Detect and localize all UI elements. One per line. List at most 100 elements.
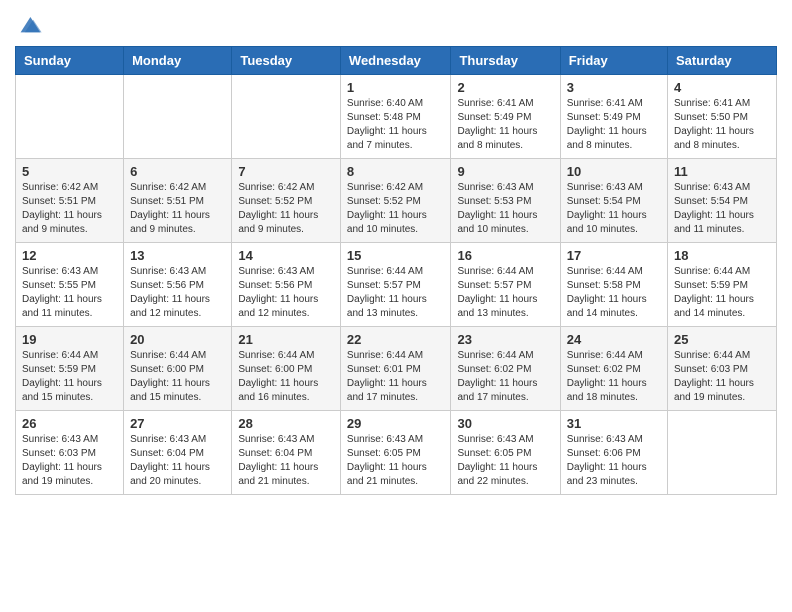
day-number: 9 [457, 164, 553, 179]
day-number: 27 [130, 416, 225, 431]
calendar-cell: 10 Sunrise: 6:43 AM Sunset: 5:54 PM Dayli… [560, 159, 667, 243]
calendar-cell: 14Sunrise: 6:43 AM Sunset: 5:56 PM Dayli… [232, 243, 341, 327]
calendar-cell: 24 Sunrise: 6:44 AM Sunset: 6:02 PM Dayli… [560, 327, 667, 411]
day-number: 10 [567, 164, 661, 179]
day-number: 31 [567, 416, 661, 431]
calendar-cell: 1 Sunrise: 6:40 AM Sunset: 5:48 PM Daylig… [340, 75, 451, 159]
day-number: 24 [567, 332, 661, 347]
cell-content: Sunrise: 6:43 AM Sunset: 6:06 PM Dayligh… [567, 433, 661, 489]
day-number: 12 [22, 248, 117, 263]
page-header [15, 10, 777, 38]
cell-content: Sunrise: 6:40 AM Sunset: 5:48 PM Dayligh… [347, 97, 445, 153]
calendar: SundayMondayTuesdayWednesdayThursdayFrid… [15, 46, 777, 495]
calendar-cell: 5 Sunrise: 6:42 AM Sunset: 5:51 PM Daylig… [16, 159, 124, 243]
calendar-cell: 18 Sunrise: 6:44 AM Sunset: 5:59 PM Dayli… [668, 243, 777, 327]
calendar-cell: 29 Sunrise: 6:43 AM Sunset: 6:05 PM Dayli… [340, 411, 451, 495]
cell-content: Sunrise: 6:43 AM Sunset: 5:54 PM Dayligh… [674, 181, 770, 237]
calendar-cell: 26Sunrise: 6:43 AM Sunset: 6:03 PM Dayli… [16, 411, 124, 495]
column-header-wednesday: Wednesday [340, 47, 451, 75]
day-number: 5 [22, 164, 117, 179]
cell-content: Sunrise: 6:41 AM Sunset: 5:50 PM Dayligh… [674, 97, 770, 153]
calendar-header-row: SundayMondayTuesdayWednesdayThursdayFrid… [16, 47, 777, 75]
cell-content: Sunrise: 6:44 AM Sunset: 6:02 PM Dayligh… [457, 349, 553, 405]
cell-content: Sunrise: 6:44 AM Sunset: 6:02 PM Dayligh… [567, 349, 661, 405]
day-number: 25 [674, 332, 770, 347]
calendar-cell [16, 75, 124, 159]
day-number: 22 [347, 332, 445, 347]
calendar-cell: 16 Sunrise: 6:44 AM Sunset: 5:57 PM Dayli… [451, 243, 560, 327]
calendar-cell: 13 Sunrise: 6:43 AM Sunset: 5:56 PM Dayli… [124, 243, 232, 327]
calendar-cell: 2 Sunrise: 6:41 AM Sunset: 5:49 PM Daylig… [451, 75, 560, 159]
calendar-cell: 25 Sunrise: 6:44 AM Sunset: 6:03 PM Dayli… [668, 327, 777, 411]
calendar-cell: 15 Sunrise: 6:44 AM Sunset: 5:57 PM Dayli… [340, 243, 451, 327]
calendar-week-row: 5 Sunrise: 6:42 AM Sunset: 5:51 PM Daylig… [16, 159, 777, 243]
calendar-cell: 17Sunrise: 6:44 AM Sunset: 5:58 PM Dayli… [560, 243, 667, 327]
calendar-week-row: 12 Sunrise: 6:43 AM Sunset: 5:55 PM Dayli… [16, 243, 777, 327]
calendar-cell: 23Sunrise: 6:44 AM Sunset: 6:02 PM Dayli… [451, 327, 560, 411]
cell-content: Sunrise: 6:44 AM Sunset: 6:00 PM Dayligh… [238, 349, 334, 405]
day-number: 4 [674, 80, 770, 95]
calendar-cell: 7 Sunrise: 6:42 AM Sunset: 5:52 PM Daylig… [232, 159, 341, 243]
calendar-week-row: 1 Sunrise: 6:40 AM Sunset: 5:48 PM Daylig… [16, 75, 777, 159]
day-number: 2 [457, 80, 553, 95]
day-number: 15 [347, 248, 445, 263]
calendar-cell: 21 Sunrise: 6:44 AM Sunset: 6:00 PM Dayli… [232, 327, 341, 411]
calendar-cell: 31 Sunrise: 6:43 AM Sunset: 6:06 PM Dayli… [560, 411, 667, 495]
column-header-sunday: Sunday [16, 47, 124, 75]
cell-content: Sunrise: 6:44 AM Sunset: 6:03 PM Dayligh… [674, 349, 770, 405]
calendar-cell [232, 75, 341, 159]
column-header-monday: Monday [124, 47, 232, 75]
cell-content: Sunrise: 6:43 AM Sunset: 6:04 PM Dayligh… [130, 433, 225, 489]
cell-content: Sunrise: 6:43 AM Sunset: 5:53 PM Dayligh… [457, 181, 553, 237]
day-number: 18 [674, 248, 770, 263]
day-number: 29 [347, 416, 445, 431]
column-header-saturday: Saturday [668, 47, 777, 75]
day-number: 13 [130, 248, 225, 263]
cell-content: Sunrise: 6:42 AM Sunset: 5:52 PM Dayligh… [347, 181, 445, 237]
day-number: 28 [238, 416, 334, 431]
day-number: 20 [130, 332, 225, 347]
cell-content: Sunrise: 6:43 AM Sunset: 6:05 PM Dayligh… [457, 433, 553, 489]
cell-content: Sunrise: 6:43 AM Sunset: 5:55 PM Dayligh… [22, 265, 117, 321]
cell-content: Sunrise: 6:43 AM Sunset: 5:56 PM Dayligh… [130, 265, 225, 321]
cell-content: Sunrise: 6:42 AM Sunset: 5:52 PM Dayligh… [238, 181, 334, 237]
calendar-cell: 6 Sunrise: 6:42 AM Sunset: 5:51 PM Daylig… [124, 159, 232, 243]
day-number: 16 [457, 248, 553, 263]
cell-content: Sunrise: 6:44 AM Sunset: 5:59 PM Dayligh… [22, 349, 117, 405]
calendar-cell: 30 Sunrise: 6:43 AM Sunset: 6:05 PM Dayli… [451, 411, 560, 495]
calendar-cell: 28 Sunrise: 6:43 AM Sunset: 6:04 PM Dayli… [232, 411, 341, 495]
cell-content: Sunrise: 6:43 AM Sunset: 6:05 PM Dayligh… [347, 433, 445, 489]
cell-content: Sunrise: 6:44 AM Sunset: 5:57 PM Dayligh… [347, 265, 445, 321]
calendar-week-row: 26Sunrise: 6:43 AM Sunset: 6:03 PM Dayli… [16, 411, 777, 495]
cell-content: Sunrise: 6:43 AM Sunset: 6:03 PM Dayligh… [22, 433, 117, 489]
day-number: 21 [238, 332, 334, 347]
cell-content: Sunrise: 6:43 AM Sunset: 5:54 PM Dayligh… [567, 181, 661, 237]
day-number: 19 [22, 332, 117, 347]
calendar-cell: 20Sunrise: 6:44 AM Sunset: 6:00 PM Dayli… [124, 327, 232, 411]
cell-content: Sunrise: 6:41 AM Sunset: 5:49 PM Dayligh… [457, 97, 553, 153]
calendar-cell [668, 411, 777, 495]
cell-content: Sunrise: 6:44 AM Sunset: 5:57 PM Dayligh… [457, 265, 553, 321]
cell-content: Sunrise: 6:44 AM Sunset: 5:59 PM Dayligh… [674, 265, 770, 321]
calendar-week-row: 19 Sunrise: 6:44 AM Sunset: 5:59 PM Dayli… [16, 327, 777, 411]
logo [15, 10, 47, 38]
calendar-cell: 4 Sunrise: 6:41 AM Sunset: 5:50 PM Daylig… [668, 75, 777, 159]
calendar-cell: 3Sunrise: 6:41 AM Sunset: 5:49 PM Daylig… [560, 75, 667, 159]
column-header-thursday: Thursday [451, 47, 560, 75]
day-number: 3 [567, 80, 661, 95]
day-number: 7 [238, 164, 334, 179]
calendar-cell: 27 Sunrise: 6:43 AM Sunset: 6:04 PM Dayli… [124, 411, 232, 495]
cell-content: Sunrise: 6:42 AM Sunset: 5:51 PM Dayligh… [22, 181, 117, 237]
day-number: 1 [347, 80, 445, 95]
logo-icon [15, 10, 43, 38]
calendar-cell: 12 Sunrise: 6:43 AM Sunset: 5:55 PM Dayli… [16, 243, 124, 327]
day-number: 6 [130, 164, 225, 179]
cell-content: Sunrise: 6:44 AM Sunset: 6:01 PM Dayligh… [347, 349, 445, 405]
cell-content: Sunrise: 6:43 AM Sunset: 6:04 PM Dayligh… [238, 433, 334, 489]
calendar-cell: 19 Sunrise: 6:44 AM Sunset: 5:59 PM Dayli… [16, 327, 124, 411]
calendar-cell: 8Sunrise: 6:42 AM Sunset: 5:52 PM Daylig… [340, 159, 451, 243]
day-number: 17 [567, 248, 661, 263]
calendar-cell: 22 Sunrise: 6:44 AM Sunset: 6:01 PM Dayli… [340, 327, 451, 411]
cell-content: Sunrise: 6:42 AM Sunset: 5:51 PM Dayligh… [130, 181, 225, 237]
day-number: 30 [457, 416, 553, 431]
